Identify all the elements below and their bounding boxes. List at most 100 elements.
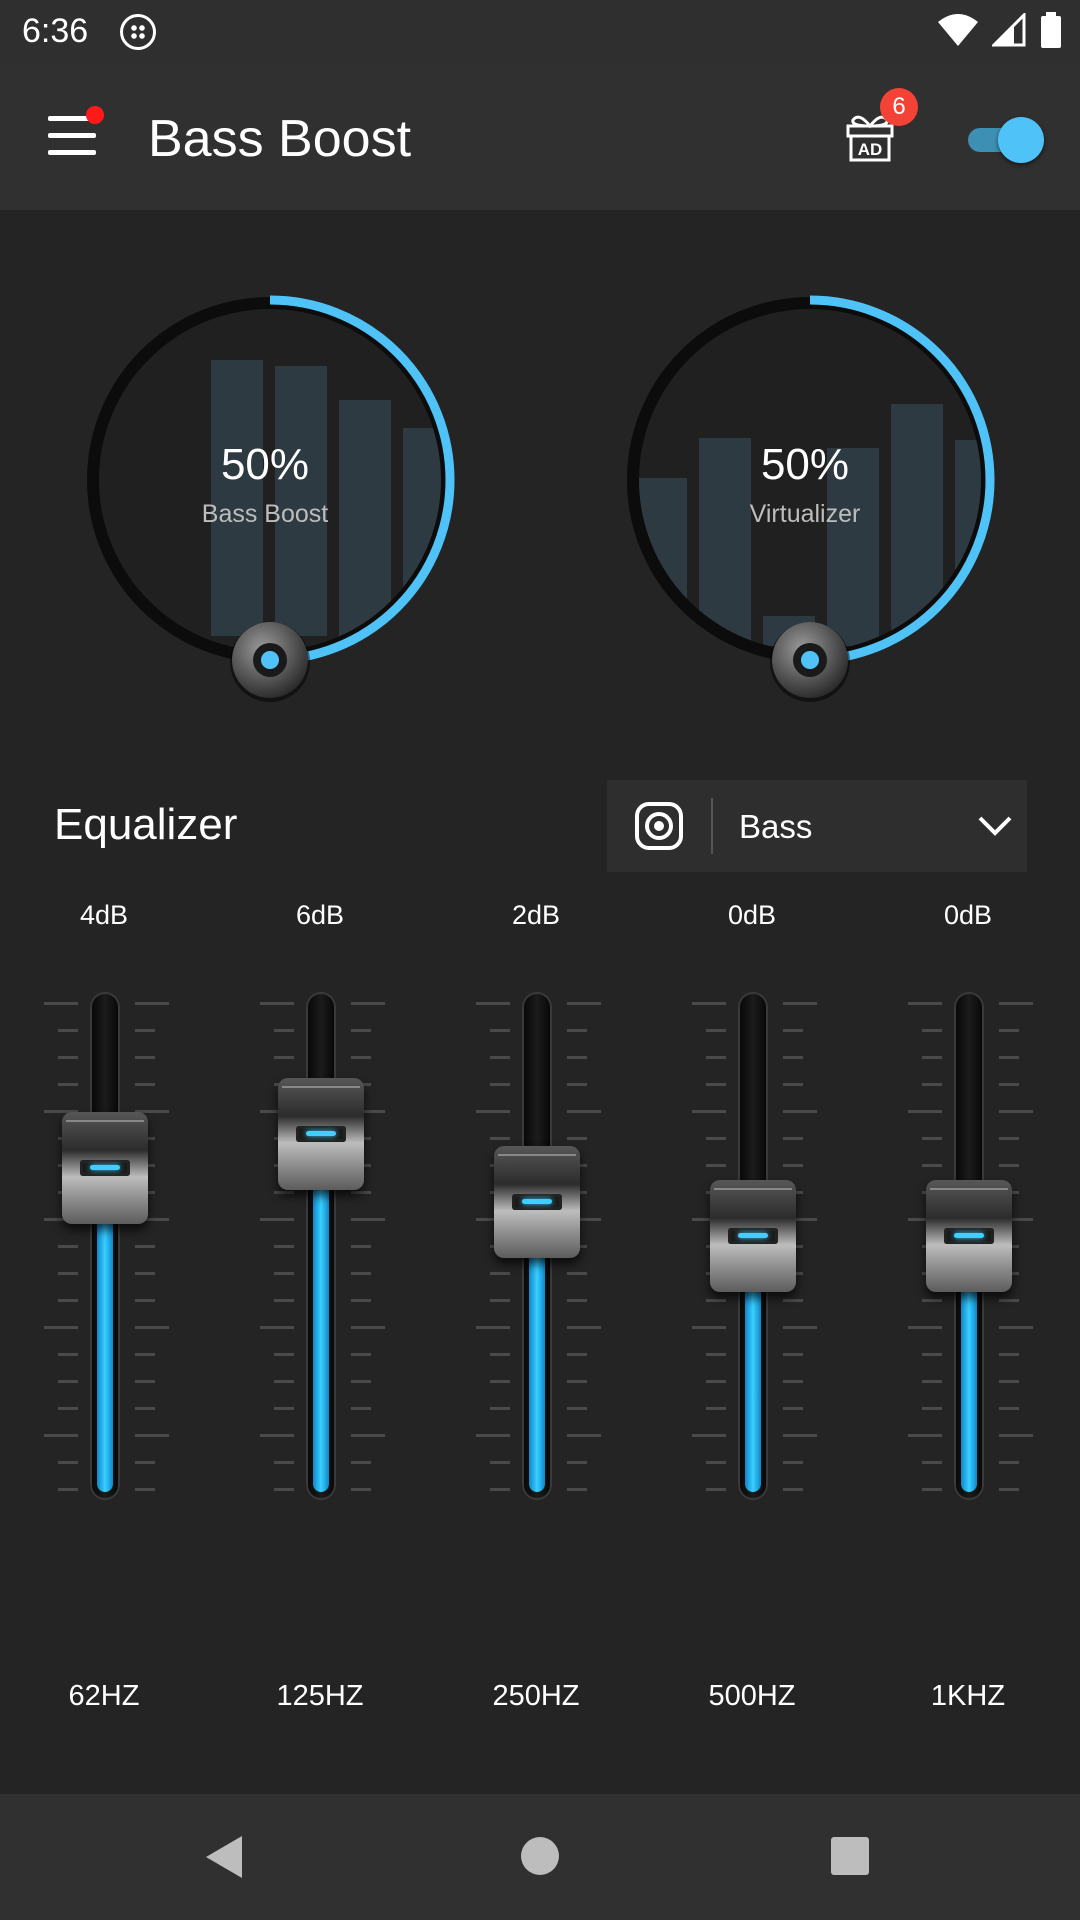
tick-mark bbox=[999, 1164, 1019, 1167]
tick-mark bbox=[783, 1488, 803, 1491]
tick-mark bbox=[351, 1191, 371, 1194]
tick-mark bbox=[58, 1083, 78, 1086]
virtualizer-value: 50% bbox=[760, 440, 850, 489]
tick-mark bbox=[490, 1272, 510, 1275]
tick-mark bbox=[706, 1083, 726, 1086]
recents-icon[interactable] bbox=[830, 1836, 870, 1876]
battery-icon bbox=[1041, 12, 1061, 48]
band-frequency: 1KHZ bbox=[930, 1680, 1006, 1712]
tick-mark bbox=[490, 1029, 510, 1032]
slider-thumb[interactable] bbox=[710, 1180, 796, 1293]
virtualizer-label: Virtualizer bbox=[749, 500, 861, 528]
tick-mark bbox=[274, 1056, 294, 1059]
tick-mark bbox=[135, 1488, 155, 1491]
tick-mark bbox=[567, 1137, 587, 1140]
tick-mark bbox=[999, 1488, 1019, 1491]
tick-mark bbox=[783, 1380, 803, 1383]
tick-mark bbox=[476, 1002, 510, 1005]
tick-mark bbox=[274, 1191, 294, 1194]
wifi-icon bbox=[938, 14, 978, 46]
tick-mark bbox=[351, 1380, 371, 1383]
back-icon[interactable] bbox=[202, 1834, 246, 1880]
tick-mark bbox=[922, 1299, 942, 1302]
handle-led bbox=[261, 651, 279, 669]
band-gain: 4dB bbox=[79, 900, 129, 930]
tick-mark bbox=[490, 1488, 510, 1491]
tick-mark bbox=[476, 1326, 510, 1329]
tick-mark bbox=[922, 1164, 942, 1167]
preset-divider bbox=[711, 798, 713, 854]
tick-mark bbox=[135, 1056, 155, 1059]
tick-mark bbox=[490, 1353, 510, 1356]
thumb-led bbox=[738, 1233, 768, 1239]
tick-mark bbox=[260, 1326, 294, 1329]
tick-mark bbox=[706, 1299, 726, 1302]
speaker-icon bbox=[635, 802, 683, 850]
tick-mark bbox=[58, 1299, 78, 1302]
virtualizer-knob[interactable]: 50% Virtualizer bbox=[625, 290, 1015, 730]
tick-mark bbox=[58, 1353, 78, 1356]
tick-mark bbox=[567, 1407, 587, 1410]
tick-mark bbox=[999, 1434, 1033, 1437]
tick-mark bbox=[706, 1353, 726, 1356]
tick-mark bbox=[783, 1407, 803, 1410]
tick-mark bbox=[706, 1029, 726, 1032]
thumb-led bbox=[522, 1199, 552, 1205]
tick-mark bbox=[567, 1029, 587, 1032]
tick-mark bbox=[999, 1083, 1019, 1086]
tick-mark bbox=[567, 1002, 601, 1005]
tick-mark bbox=[783, 1110, 817, 1113]
bass-boost-knob[interactable]: 50% Bass Boost bbox=[85, 290, 475, 730]
tick-mark bbox=[922, 1083, 942, 1086]
tick-mark bbox=[783, 1002, 817, 1005]
tick-mark bbox=[351, 1218, 385, 1221]
tick-mark bbox=[58, 1488, 78, 1491]
slider-thumb[interactable] bbox=[926, 1180, 1012, 1293]
tick-mark bbox=[274, 1461, 294, 1464]
tick-mark bbox=[44, 1434, 78, 1437]
tick-mark bbox=[999, 1353, 1019, 1356]
thumb-led bbox=[954, 1233, 984, 1239]
home-icon[interactable] bbox=[520, 1836, 560, 1876]
tick-mark bbox=[999, 1056, 1019, 1059]
tick-mark bbox=[922, 1488, 942, 1491]
tick-mark bbox=[44, 1002, 78, 1005]
eq-band-62hz: 4dB 62HZ bbox=[29, 890, 179, 1730]
tick-mark bbox=[567, 1380, 587, 1383]
tick-mark bbox=[351, 1002, 385, 1005]
tick-mark bbox=[135, 1083, 155, 1086]
tick-mark bbox=[135, 1299, 155, 1302]
slider-thumb[interactable] bbox=[62, 1111, 148, 1224]
menu-button[interactable] bbox=[48, 106, 104, 156]
tick-mark bbox=[706, 1488, 726, 1491]
slider-thumb[interactable] bbox=[494, 1146, 580, 1259]
bass-boost-label: Bass Boost bbox=[201, 500, 329, 528]
tick-mark bbox=[908, 1434, 942, 1437]
tick-mark bbox=[567, 1488, 587, 1491]
tick-mark bbox=[490, 1380, 510, 1383]
slider-thumb[interactable] bbox=[278, 1077, 364, 1190]
tick-mark bbox=[783, 1353, 803, 1356]
tick-mark bbox=[567, 1056, 587, 1059]
eq-band-500hz: 0dB 500HZ bbox=[677, 890, 827, 1730]
tick-mark bbox=[135, 1326, 169, 1329]
power-toggle[interactable] bbox=[966, 114, 1046, 164]
app-badge-icon bbox=[120, 14, 156, 50]
tick-mark bbox=[922, 1380, 942, 1383]
status-bar: 6:36 bbox=[0, 0, 1080, 64]
tick-mark bbox=[706, 1407, 726, 1410]
tick-mark bbox=[58, 1461, 78, 1464]
tick-mark bbox=[999, 1029, 1019, 1032]
tick-mark bbox=[274, 1272, 294, 1275]
tick-mark bbox=[135, 1380, 155, 1383]
tick-mark bbox=[58, 1407, 78, 1410]
tick-mark bbox=[783, 1056, 803, 1059]
preset-dropdown[interactable]: Bass bbox=[607, 780, 1027, 872]
tick-mark bbox=[58, 1029, 78, 1032]
tick-mark bbox=[567, 1434, 601, 1437]
tick-mark bbox=[922, 1353, 942, 1356]
thumb-led bbox=[90, 1164, 120, 1170]
tick-mark bbox=[351, 1461, 371, 1464]
equalizer-title: Equalizer bbox=[54, 800, 238, 849]
eq-band-125hz: 6dB 125HZ bbox=[245, 890, 395, 1730]
